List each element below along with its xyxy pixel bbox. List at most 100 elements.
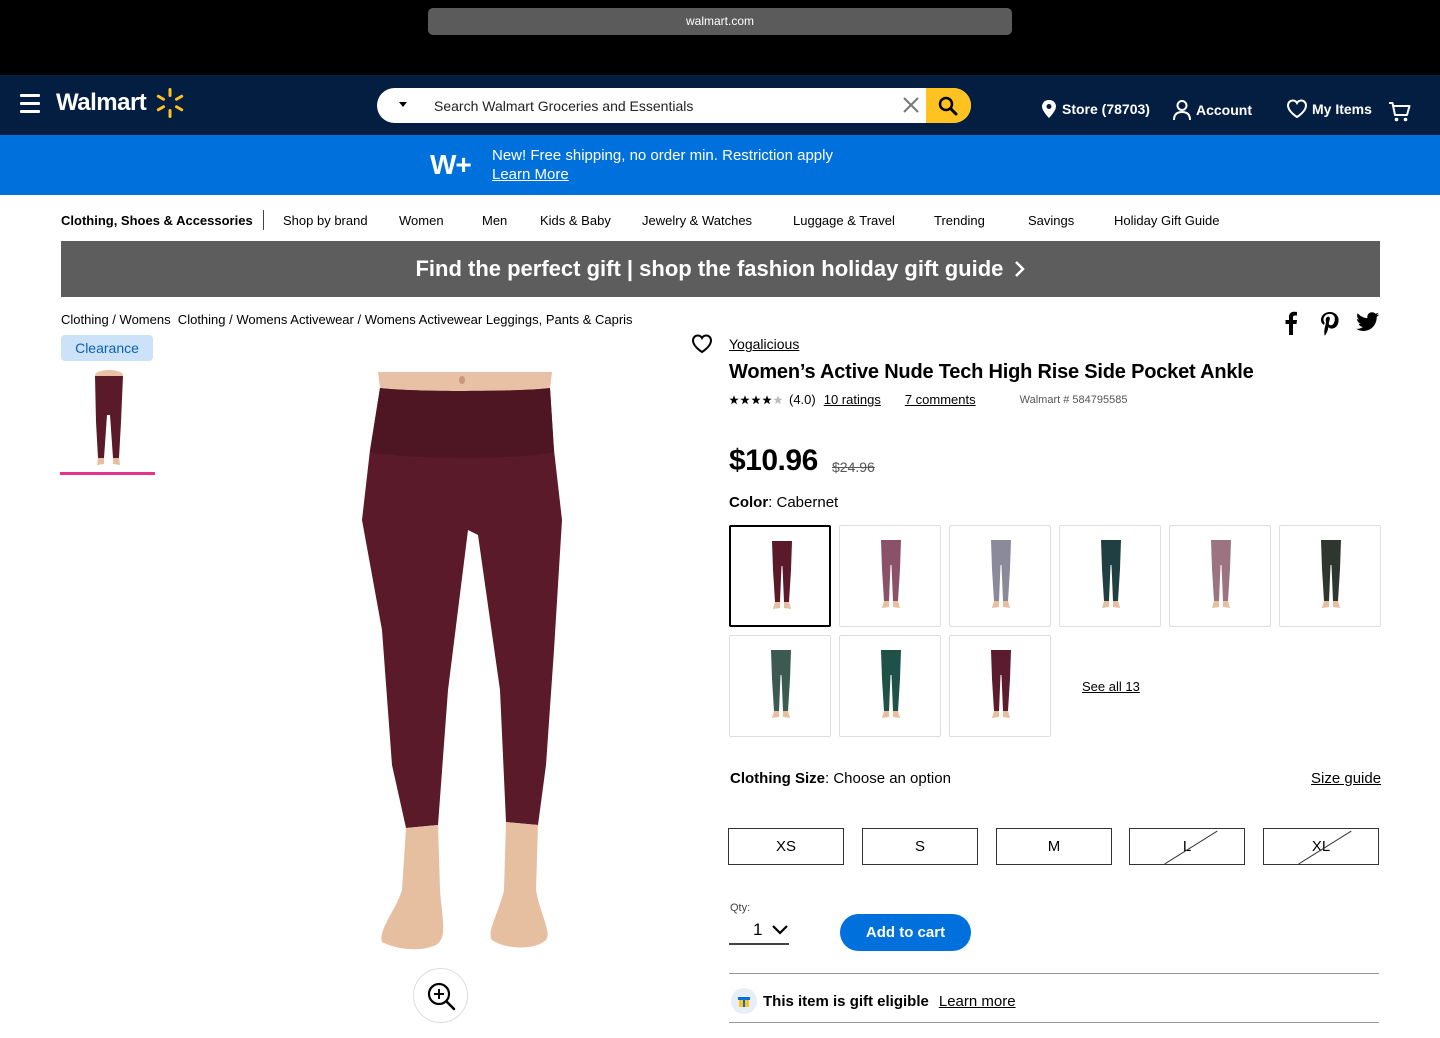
swatch-legging-image bbox=[772, 541, 792, 609]
size-s-label: S bbox=[914, 838, 925, 855]
color-swatch[interactable] bbox=[1169, 525, 1271, 627]
nav-clothing-shoes-accessories[interactable]: Clothing, Shoes & Accessories bbox=[61, 213, 253, 228]
color-swatch[interactable] bbox=[1059, 525, 1161, 627]
brand-link[interactable]: Yogalicious bbox=[729, 336, 799, 352]
size-label: Clothing Size bbox=[730, 770, 825, 787]
url-bar[interactable]: walmart.com bbox=[428, 8, 1012, 35]
color-swatch[interactable] bbox=[1279, 525, 1381, 627]
nav-men[interactable]: Men bbox=[482, 213, 507, 228]
account-link[interactable]: Account bbox=[1172, 99, 1252, 121]
swatch-legging-image bbox=[1101, 540, 1121, 608]
quantity-select[interactable]: 1 bbox=[729, 918, 789, 945]
unavailable-strike bbox=[1164, 830, 1218, 864]
swatch-legging-image bbox=[1211, 540, 1231, 608]
twitter-icon[interactable] bbox=[1356, 311, 1380, 333]
color-swatch[interactable] bbox=[839, 635, 941, 737]
zoom-in-icon bbox=[427, 982, 456, 1011]
unavailable-strike bbox=[1298, 830, 1352, 864]
swatch-legging-image bbox=[771, 650, 791, 718]
walmart-logo[interactable]: Walmart bbox=[56, 89, 147, 117]
thumbnail-selected-indicator bbox=[60, 472, 155, 475]
see-all-colors-link[interactable]: See all 13 bbox=[1082, 679, 1140, 694]
walmart-plus-badge: W+ bbox=[430, 149, 472, 180]
color-swatch[interactable] bbox=[729, 525, 831, 627]
nav-divider bbox=[263, 210, 264, 230]
gift-icon bbox=[731, 988, 757, 1014]
size-option-xs[interactable]: XS bbox=[728, 828, 844, 865]
my-items-link[interactable]: My Items bbox=[1286, 99, 1372, 119]
menu-icon[interactable] bbox=[20, 94, 40, 114]
nav-jewelry-watches[interactable]: Jewelry & Watches bbox=[642, 213, 752, 228]
promo-learn-more-link[interactable]: Learn More bbox=[492, 166, 569, 183]
star-icon bbox=[751, 394, 761, 404]
cart-icon[interactable] bbox=[1388, 101, 1412, 123]
site-header: Walmart Store (78703) Account My Items bbox=[0, 75, 1440, 135]
account-label: Account bbox=[1196, 102, 1252, 118]
size-selection-label: Clothing Size: Choose an option bbox=[730, 770, 951, 787]
add-to-cart-button[interactable]: Add to cart bbox=[840, 914, 971, 951]
nav-savings[interactable]: Savings bbox=[1028, 213, 1074, 228]
nav-kids-baby[interactable]: Kids & Baby bbox=[540, 213, 611, 228]
gift-banner-text: Find the perfect gift | shop the fashion… bbox=[415, 256, 1004, 281]
swatch-legging-image bbox=[1321, 540, 1341, 608]
sku-number: Walmart # 584795585 bbox=[1019, 393, 1128, 406]
store-label: Store (78703) bbox=[1062, 101, 1150, 117]
color-swatch[interactable] bbox=[839, 525, 941, 627]
color-swatch[interactable] bbox=[729, 635, 831, 737]
location-pin-icon bbox=[1042, 100, 1056, 118]
color-value: : Cabernet bbox=[768, 494, 839, 511]
promo-message: New! Free shipping, no order min. Restri… bbox=[492, 147, 833, 164]
was-price: $24.96 bbox=[832, 459, 875, 475]
color-selection-label: Color: Cabernet bbox=[729, 494, 838, 511]
breadcrumb[interactable]: Clothing / Womens Clothing / Womens Acti… bbox=[61, 312, 633, 327]
clearance-badge: Clearance bbox=[61, 335, 153, 361]
gift-guide-banner[interactable]: Find the perfect gift | shop the fashion… bbox=[61, 241, 1380, 297]
gift-eligible-row: This item is gift eligible Learn more bbox=[731, 988, 1016, 1014]
facebook-icon[interactable] bbox=[1284, 311, 1298, 335]
swatch-legging-image bbox=[881, 540, 901, 608]
swatch-legging-image bbox=[991, 650, 1011, 718]
color-label: Color bbox=[729, 494, 769, 511]
size-xs-label: XS bbox=[775, 838, 796, 855]
nav-luggage-travel[interactable]: Luggage & Travel bbox=[793, 213, 895, 228]
nav-holiday-gift-guide[interactable]: Holiday Gift Guide bbox=[1114, 213, 1220, 228]
comments-link[interactable]: 7 comments bbox=[905, 392, 976, 407]
favorite-heart-icon[interactable] bbox=[691, 334, 713, 354]
swatch-legging-image bbox=[881, 650, 901, 718]
search-input[interactable] bbox=[434, 95, 884, 117]
pinterest-icon[interactable] bbox=[1319, 311, 1341, 337]
nav-trending[interactable]: Trending bbox=[934, 213, 985, 228]
walmart-plus-promo: W+ New! Free shipping, no order min. Res… bbox=[0, 135, 1440, 195]
person-icon bbox=[1173, 100, 1191, 121]
rating-row: (4.0) 10 ratings 7 comments Walmart # 58… bbox=[729, 392, 1127, 407]
divider bbox=[729, 1022, 1379, 1023]
quantity-label: Qty: bbox=[730, 902, 751, 914]
color-swatch[interactable] bbox=[949, 635, 1051, 737]
size-option-l-unavailable[interactable]: L bbox=[1129, 828, 1245, 865]
size-option-xl-unavailable[interactable]: XL bbox=[1263, 828, 1379, 865]
clear-search-icon[interactable] bbox=[901, 95, 921, 115]
nav-women[interactable]: Women bbox=[399, 213, 444, 228]
size-option-m[interactable]: M bbox=[996, 828, 1112, 865]
chevron-down-icon bbox=[772, 925, 788, 935]
browser-chrome: walmart.com bbox=[0, 0, 1440, 75]
star-rating bbox=[729, 394, 783, 405]
size-option-s[interactable]: S bbox=[862, 828, 978, 865]
category-nav: Clothing, Shoes & Accessories Shop by br… bbox=[0, 195, 1440, 241]
search-button[interactable] bbox=[926, 88, 971, 123]
store-selector[interactable]: Store (78703) bbox=[1040, 99, 1150, 119]
size-guide-link[interactable]: Size guide bbox=[1311, 770, 1381, 787]
nav-shop-by-brand[interactable]: Shop by brand bbox=[283, 213, 368, 228]
gift-learn-more-link[interactable]: Learn more bbox=[939, 993, 1016, 1010]
star-empty-icon bbox=[773, 394, 783, 404]
size-m-label: M bbox=[1047, 838, 1061, 855]
color-swatch[interactable] bbox=[949, 525, 1051, 627]
swatch-legging-image bbox=[991, 540, 1011, 608]
product-main-image[interactable] bbox=[340, 370, 570, 955]
product-thumbnail[interactable] bbox=[61, 370, 155, 470]
zoom-button[interactable] bbox=[413, 968, 468, 1023]
ratings-count-link[interactable]: 10 ratings bbox=[824, 392, 881, 407]
my-items-label: My Items bbox=[1312, 101, 1372, 117]
search-department-dropdown[interactable] bbox=[399, 102, 407, 107]
product-title: Women’s Active Nude Tech High Rise Side … bbox=[729, 361, 1254, 383]
